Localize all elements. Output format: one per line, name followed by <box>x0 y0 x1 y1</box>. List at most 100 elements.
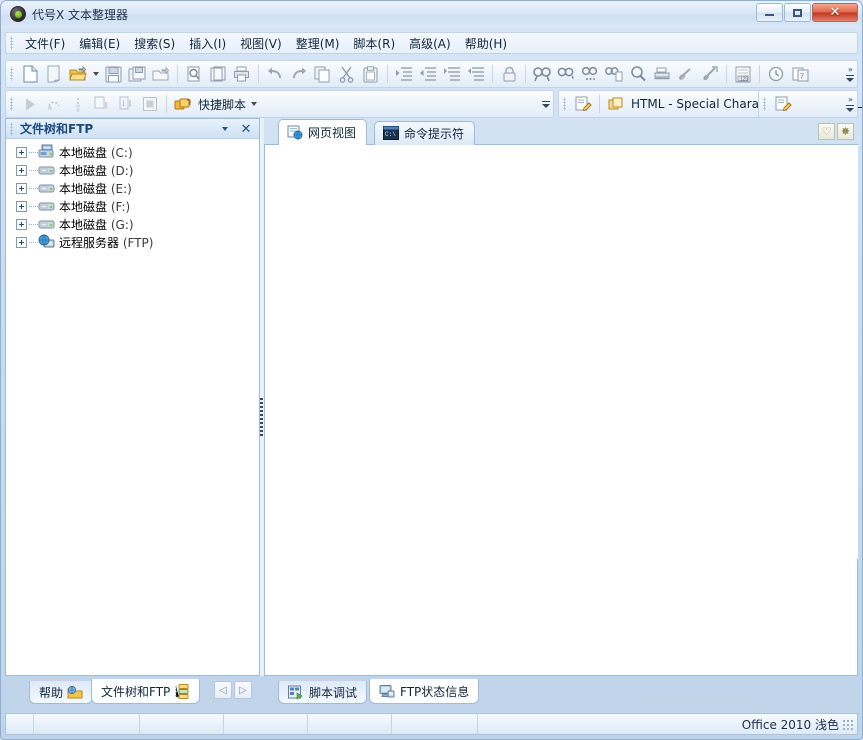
indent-decrease-icon[interactable] <box>416 62 440 86</box>
print-icon[interactable] <box>230 62 254 86</box>
favorite-button[interactable]: ♡ <box>818 123 835 140</box>
bookmark-next-icon[interactable] <box>698 62 722 86</box>
scroll-left-button[interactable]: ◁ <box>214 681 232 699</box>
menu-insert[interactable]: 插入(I) <box>182 32 233 55</box>
expander-icon[interactable] <box>16 236 27 248</box>
toolbar-grip[interactable] <box>562 97 568 111</box>
tab-command-prompt[interactable]: C:\ 命令提示符 <box>374 121 476 145</box>
tree-item-g-drive[interactable]: 本地磁盘 (G:) <box>16 215 259 233</box>
save-icon[interactable] <box>101 62 125 86</box>
bottom-tab-script-debug[interactable]: 脚本调试 <box>278 681 368 704</box>
toggle-bookmark-icon[interactable]: I <box>114 92 138 116</box>
tree-item-remote-server[interactable]: 远程服务器 (FTP) <box>16 233 259 251</box>
cut-icon[interactable] <box>335 62 359 86</box>
toolbar-grip[interactable] <box>9 67 15 81</box>
edit-snippet-icon[interactable] <box>771 92 795 116</box>
drive-tree: 本地磁盘 (C:) 本地磁盘 (D:) 本地磁盘 (E:) 本地磁盘 (F:) … <box>6 139 259 251</box>
toolbar-grip[interactable] <box>762 97 768 111</box>
minimize-button[interactable] <box>756 3 783 22</box>
line-numbers-icon[interactable]: 123 <box>731 62 755 86</box>
app-orb-icon <box>10 6 26 22</box>
bottom-tab-file-tree[interactable]: 文件树和FTP <box>91 679 201 704</box>
bottom-tab-label: 脚本调试 <box>309 685 358 700</box>
maximize-icon <box>785 4 810 21</box>
expander-icon[interactable] <box>16 200 27 212</box>
lock-icon[interactable] <box>497 62 521 86</box>
bottom-tab-help[interactable]: 帮助 <box>29 681 94 704</box>
open-folder-icon[interactable] <box>66 62 90 86</box>
step-into-icon[interactable] <box>66 92 90 116</box>
tab-web-view[interactable]: 网页视图 <box>278 119 368 145</box>
menu-file[interactable]: 文件(F) <box>18 32 72 55</box>
close-button[interactable]: ✕ <box>812 3 858 22</box>
expander-icon[interactable] <box>16 146 27 158</box>
find-icon[interactable] <box>530 62 554 86</box>
menu-format[interactable]: 整理(M) <box>289 32 347 55</box>
caption-buttons: ✕ <box>756 3 858 22</box>
bookmark-icon[interactable] <box>674 62 698 86</box>
menu-help[interactable]: 帮助(H) <box>458 32 514 55</box>
clock-icon[interactable] <box>764 62 788 86</box>
remote-server-icon <box>38 234 55 250</box>
application-window: 代号X 文本整理器 ✕ 文件(F) 编辑(E) 搜索(S) 插入(I) 视图(V… <box>0 0 863 740</box>
quick-script-label[interactable]: 快捷脚本 <box>195 96 248 113</box>
tab-scroll-buttons: ◁ ▷ <box>214 681 252 699</box>
expander-icon[interactable] <box>16 164 27 176</box>
close-tab-button[interactable]: ✸ <box>837 123 854 140</box>
edit-snippet-icon[interactable] <box>571 92 595 116</box>
copy-icon[interactable] <box>311 62 335 86</box>
quick-script-dropdown-arrow[interactable] <box>248 93 259 115</box>
menu-grip[interactable] <box>9 36 15 50</box>
menu-bar: 文件(F) 编辑(E) 搜索(S) 插入(I) 视图(V) 整理(M) 脚本(R… <box>5 32 858 54</box>
bottom-tab-ftp-status[interactable]: FTP状态信息 <box>369 679 480 704</box>
indent-increase-icon[interactable] <box>392 62 416 86</box>
new-blank-icon[interactable] <box>42 62 66 86</box>
menu-advanced[interactable]: 高级(A) <box>402 32 458 55</box>
stop-icon[interactable] <box>138 92 162 116</box>
menu-view[interactable]: 视图(V) <box>233 32 289 55</box>
toolbar-overflow-button[interactable]: » <box>843 61 857 87</box>
pages-icon[interactable] <box>604 92 628 116</box>
expander-icon[interactable] <box>16 218 27 230</box>
tree-item-d-drive[interactable]: 本地磁盘 (D:) <box>16 161 259 179</box>
toolbar-overflow-button[interactable]: » <box>843 91 857 117</box>
resize-grip[interactable] <box>842 719 854 731</box>
paste-icon[interactable] <box>359 62 383 86</box>
save-all-icon[interactable] <box>125 62 149 86</box>
uncomment-icon[interactable] <box>464 62 488 86</box>
tree-connector <box>29 241 38 243</box>
print-preview-icon[interactable] <box>182 62 206 86</box>
tree-item-e-drive[interactable]: 本地磁盘 (E:) <box>16 179 259 197</box>
ftp-status-content[interactable] <box>264 559 858 676</box>
tree-item-c-drive[interactable]: 本地磁盘 (C:) <box>16 143 259 161</box>
tree-item-f-drive[interactable]: 本地磁盘 (F:) <box>16 197 259 215</box>
find-zoom-icon[interactable] <box>626 62 650 86</box>
new-file-icon[interactable] <box>18 62 42 86</box>
step-over-icon[interactable] <box>42 92 66 116</box>
panel-menu-button[interactable] <box>217 121 233 137</box>
menu-script[interactable]: 脚本(R) <box>346 32 402 55</box>
scroll-right-button[interactable]: ▷ <box>234 681 252 699</box>
calendar-icon[interactable]: 7 <box>788 62 812 86</box>
quick-script-icon[interactable] <box>171 92 195 116</box>
replace-icon[interactable] <box>650 62 674 86</box>
run-icon[interactable] <box>18 92 42 116</box>
find-next-icon[interactable] <box>554 62 578 86</box>
find-more-icon[interactable] <box>578 62 602 86</box>
maximize-button[interactable] <box>784 3 811 22</box>
toolbar-grip[interactable] <box>9 97 15 111</box>
step-out-icon[interactable] <box>90 92 114 116</box>
open-dropdown-arrow[interactable] <box>90 63 101 85</box>
toolbar-overflow-button[interactable] <box>539 91 553 117</box>
comment-icon[interactable] <box>440 62 464 86</box>
close-file-icon[interactable] <box>149 62 173 86</box>
find-in-files-icon[interactable] <box>602 62 626 86</box>
redo-icon[interactable] <box>287 62 311 86</box>
expander-icon[interactable] <box>16 182 27 194</box>
menu-search[interactable]: 搜索(S) <box>127 32 182 55</box>
menu-edit[interactable]: 编辑(E) <box>72 32 127 55</box>
panel-grip[interactable] <box>9 121 15 136</box>
undo-icon[interactable] <box>263 62 287 86</box>
page-setup-icon[interactable] <box>206 62 230 86</box>
panel-close-button[interactable]: ✕ <box>238 121 254 137</box>
